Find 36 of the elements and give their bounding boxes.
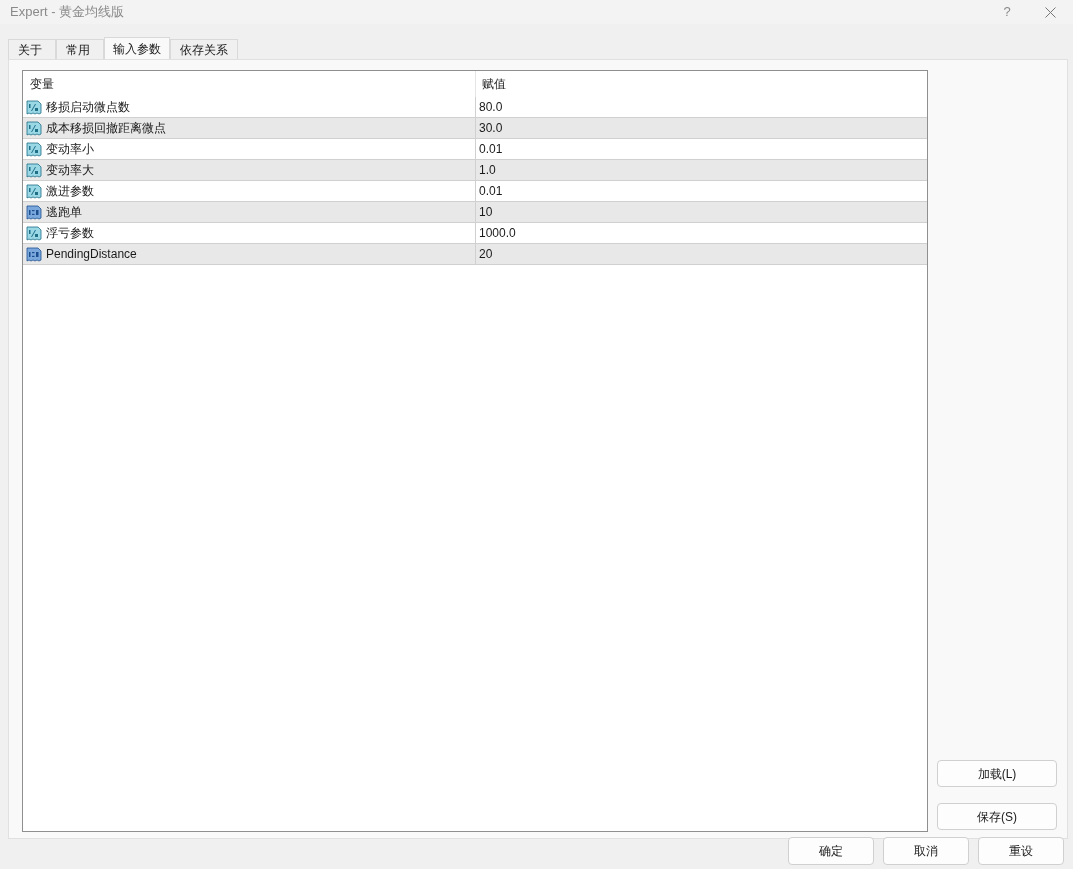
integer-type-icon [26, 246, 42, 262]
table-cell: 0.01 [475, 139, 927, 159]
fraction-type-icon [26, 162, 42, 178]
side-button[interactable]: 加载(L) [937, 760, 1057, 787]
integer-type-icon [26, 204, 42, 220]
fraction-type-icon [26, 141, 42, 157]
dialog-button[interactable]: 确定 [788, 837, 874, 865]
table-cell: 1000.0 [475, 223, 927, 243]
table-cell: 30.0 [475, 118, 927, 138]
dialog-button[interactable]: 重设 [978, 837, 1064, 865]
table-cell: 20 [475, 244, 927, 264]
tab[interactable]: 输入参数 [104, 37, 170, 59]
fraction-type-icon [26, 99, 42, 115]
table-cell-text: 逃跑单 [46, 204, 82, 221]
tab[interactable]: 常用 [56, 39, 104, 59]
tab[interactable]: 关于 [8, 39, 56, 59]
table-cell: 0.01 [475, 181, 927, 201]
fraction-type-icon [26, 183, 42, 199]
table-cell-text: 浮亏参数 [46, 225, 94, 242]
table-cell-text: 变动率小 [46, 141, 94, 158]
tab[interactable]: 依存关系 [170, 39, 238, 59]
table-cell: 80.0 [475, 97, 927, 117]
close-icon [1044, 6, 1056, 18]
table-cell: 10 [475, 202, 927, 222]
side-button[interactable]: 保存(S) [937, 803, 1057, 830]
window-title: Expert - 黄金均线版 [10, 3, 126, 22]
table-cell-text: 变动率大 [46, 162, 94, 179]
table-cell-text: 激进参数 [46, 183, 94, 200]
dialog-button[interactable]: 取消 [883, 837, 969, 865]
table-cell-text: PendingDistance [46, 246, 137, 263]
fraction-type-icon [26, 120, 42, 136]
column-header[interactable]: 变量 [23, 75, 475, 93]
table-cell-text: 移损启动微点数 [46, 99, 130, 116]
table-cell-text: 成本移损回撤距离微点 [46, 120, 166, 137]
fraction-type-icon [26, 225, 42, 241]
table-cell: 1.0 [475, 160, 927, 180]
